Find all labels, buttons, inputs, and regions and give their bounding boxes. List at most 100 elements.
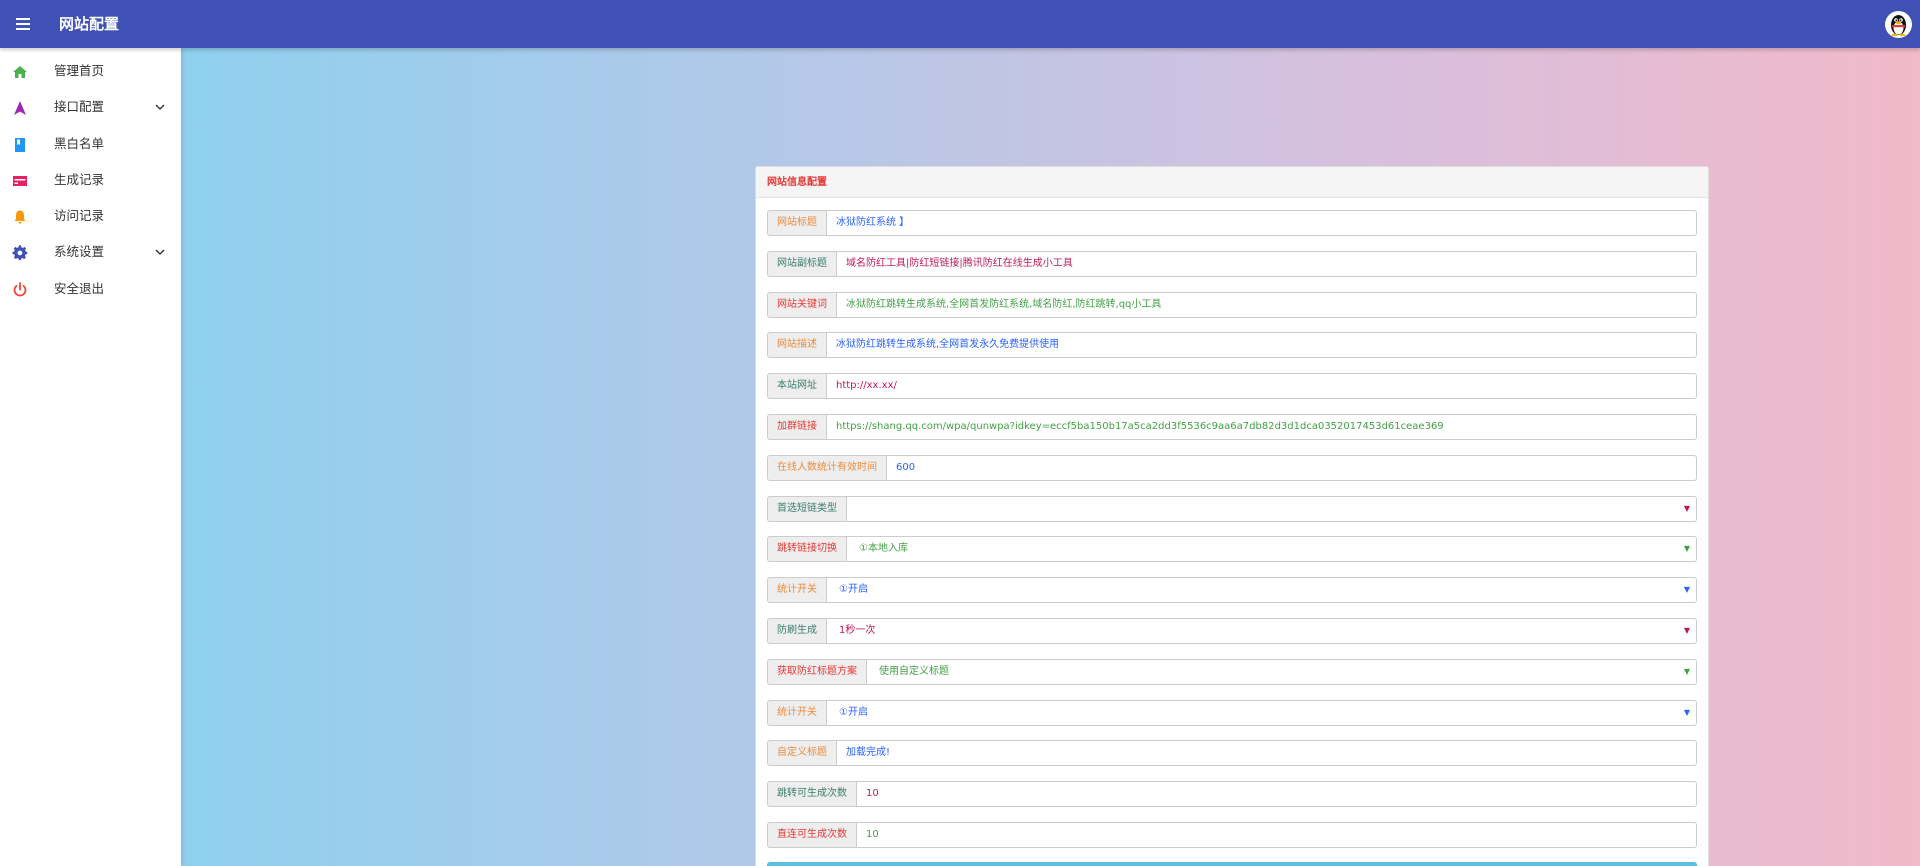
config-field: 加群链接 https://shang.qq.com/wpa/qunwpa?idke…	[767, 414, 1697, 440]
field-input[interactable]: 冰狱防红系统 】	[827, 210, 1697, 236]
field-value: ①开启	[839, 706, 868, 718]
field-label: 网站标题	[767, 210, 827, 236]
card-icon	[13, 175, 27, 186]
field-label: 跳转可生成次数	[767, 781, 857, 808]
sidebar-item-label: 生成记录	[54, 171, 105, 187]
gear-icon	[12, 245, 28, 261]
config-field: 统计开关 ①开启 ▼	[767, 699, 1697, 726]
sidebar-item-3[interactable]: 黑白名单	[0, 126, 181, 162]
config-field: 直连可生成次数 10	[767, 822, 1697, 848]
config-field: 网站副标题 域名防红工具|防红短链接|腾讯防红在线生成小工具	[767, 250, 1697, 277]
field-select[interactable]: ①开启 ▼	[827, 577, 1697, 604]
field-label: 在线人数统计有效时间	[767, 454, 887, 481]
field-value: ①本地入库	[859, 543, 908, 555]
field-input[interactable]: 600	[887, 454, 1697, 481]
navigation-arrow-icon	[14, 101, 26, 116]
book-icon	[15, 137, 25, 152]
config-field: 网站标题 冰狱防红系统 】	[767, 210, 1697, 236]
field-label: 跳转链接切换	[767, 536, 847, 563]
sidebar-item-label: 系统设置	[54, 244, 105, 260]
field-label: 自定义标题	[767, 740, 837, 767]
field-select[interactable]: ▼	[847, 495, 1697, 522]
dropdown-caret-icon: ▼	[1683, 626, 1690, 635]
field-select[interactable]: 使用自定义标题 ▼	[867, 658, 1697, 685]
chevron-down-icon[interactable]	[155, 102, 165, 112]
field-select[interactable]: ①开启 ▼	[827, 699, 1697, 726]
field-value: http://xx.xx/	[836, 380, 897, 392]
power-icon	[13, 281, 27, 297]
sidebar-item-1[interactable]: 管理首页	[0, 53, 181, 89]
field-label: 本站网址	[767, 373, 827, 400]
field-value: 加载完成!	[846, 747, 891, 759]
sidebar: 管理首页接口配置黑白名单生成记录访问记录系统设置安全退出	[0, 48, 181, 866]
field-label: 统计开关	[767, 699, 827, 726]
config-field: 本站网址 http://xx.xx/	[767, 373, 1697, 400]
submit-button[interactable]: 修改	[767, 862, 1697, 866]
field-label: 直连可生成次数	[767, 822, 857, 848]
field-label: 首选短链类型	[767, 495, 847, 522]
field-label: 加群链接	[767, 414, 827, 440]
panel-title: 网站信息配置	[767, 177, 827, 188]
sidebar-item-4[interactable]: 生成记录	[0, 162, 181, 198]
top-app-bar: 网站配置	[0, 0, 1920, 48]
config-field: 网站描述 冰狱防红跳转生成系统,全网首发永久免费提供使用	[767, 332, 1697, 359]
sidebar-item-6[interactable]: 系统设置	[0, 234, 181, 270]
field-label: 统计开关	[767, 577, 827, 604]
sidebar-item-label: 安全退出	[54, 280, 105, 296]
config-field: 网站关键词 冰狱防红跳转生成系统,全网首发防红系统,域名防红,防红跳转,qq小工具	[767, 291, 1697, 318]
config-field: 获取防红标题方案 使用自定义标题 ▼	[767, 658, 1697, 685]
field-label: 获取防红标题方案	[767, 658, 867, 685]
sidebar-item-label: 黑白名单	[54, 135, 105, 151]
sidebar-item-label: 管理首页	[54, 63, 105, 78]
field-value	[856, 503, 859, 514]
config-field: 跳转链接切换 ①本地入库 ▼	[767, 536, 1697, 563]
field-value: https://shang.qq.com/wpa/qunwpa?idkey=ec…	[836, 421, 1444, 432]
field-label: 网站关键词	[767, 291, 837, 318]
field-label: 防刷生成	[767, 618, 827, 644]
dropdown-caret-icon: ▼	[1683, 503, 1690, 513]
field-value: 冰狱防红系统 】	[836, 217, 910, 228]
field-input[interactable]: 10	[857, 781, 1697, 808]
sidebar-item-7[interactable]: 安全退出	[0, 271, 181, 307]
config-field: 跳转可生成次数 10	[767, 781, 1697, 808]
qq-penguin-icon[interactable]	[1885, 11, 1912, 38]
field-input[interactable]: http://xx.xx/	[827, 373, 1697, 400]
field-value: 1秒一次	[839, 625, 876, 636]
sidebar-item-label: 接口配置	[54, 99, 105, 115]
field-value: 10	[866, 788, 879, 800]
field-label: 网站描述	[767, 332, 827, 359]
field-input[interactable]: 域名防红工具|防红短链接|腾讯防红在线生成小工具	[837, 250, 1697, 277]
field-value: 冰狱防红跳转生成系统,全网首发防红系统,域名防红,防红跳转,qq小工具	[846, 298, 1162, 310]
field-input[interactable]: https://shang.qq.com/wpa/qunwpa?idkey=ec…	[827, 414, 1697, 440]
field-value: 10	[866, 829, 879, 840]
dropdown-caret-icon: ▼	[1683, 666, 1690, 676]
field-label: 网站副标题	[767, 250, 837, 277]
dropdown-caret-icon: ▼	[1683, 585, 1690, 595]
main-content: 网站信息配置 网站标题 冰狱防红系统 】网站副标题 域名防红工具|防红短链接|腾讯防…	[181, 48, 1920, 866]
panel-header: 网站信息配置	[756, 167, 1708, 198]
bell-icon	[14, 210, 26, 224]
sidebar-item-5[interactable]: 访问记录	[0, 198, 181, 234]
field-input[interactable]: 冰狱防红跳转生成系统,全网首发防红系统,域名防红,防红跳转,qq小工具	[837, 291, 1697, 318]
menu-icon[interactable]	[14, 14, 34, 34]
field-value: 域名防红工具|防红短链接|腾讯防红在线生成小工具	[846, 257, 1073, 269]
home-icon	[13, 66, 27, 78]
config-field: 自定义标题 加载完成!	[767, 740, 1697, 767]
config-field: 在线人数统计有效时间 600	[767, 454, 1697, 481]
field-select[interactable]: 1秒一次 ▼	[827, 618, 1697, 644]
field-input[interactable]: 冰狱防红跳转生成系统,全网首发永久免费提供使用	[827, 332, 1697, 359]
field-input[interactable]: 10	[857, 822, 1697, 848]
config-field: 防刷生成 1秒一次 ▼	[767, 618, 1697, 644]
dropdown-caret-icon: ▼	[1683, 707, 1690, 717]
sidebar-item-2[interactable]: 接口配置	[0, 89, 181, 125]
dropdown-caret-icon: ▼	[1683, 544, 1690, 554]
page-title: 网站配置	[59, 15, 120, 33]
sidebar-item-label: 访问记录	[54, 208, 105, 224]
site-config-panel: 网站信息配置 网站标题 冰狱防红系统 】网站副标题 域名防红工具|防红短链接|腾讯防…	[755, 166, 1709, 866]
field-value: ①开启	[839, 584, 868, 596]
chevron-down-icon[interactable]	[155, 247, 165, 257]
field-select[interactable]: ①本地入库 ▼	[847, 536, 1697, 563]
field-value: 600	[896, 461, 916, 473]
field-input[interactable]: 加载完成!	[837, 740, 1697, 767]
field-value: 使用自定义标题	[879, 665, 949, 677]
